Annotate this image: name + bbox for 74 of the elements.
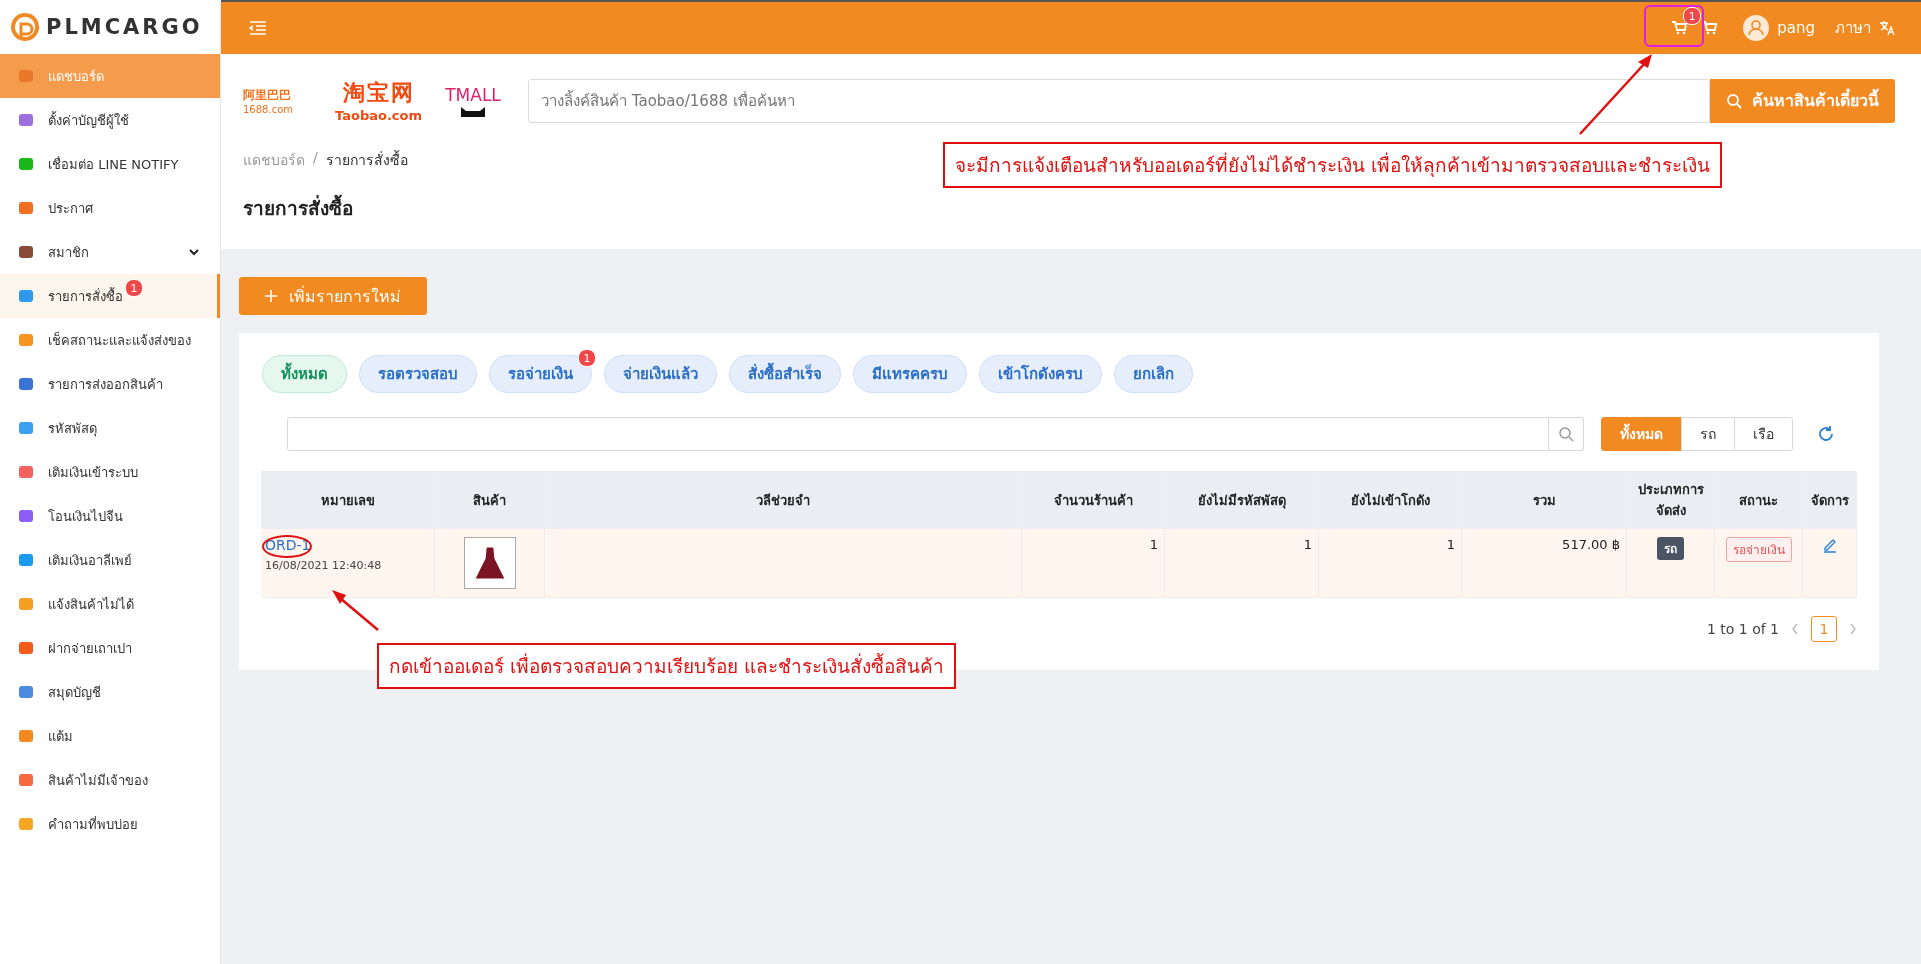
sidebar-item[interactable]: แต้ม <box>0 714 220 758</box>
table-cell: 1 <box>1319 529 1462 597</box>
table-cell: 1 <box>1165 529 1319 597</box>
plus-icon <box>265 290 277 302</box>
cart-icon[interactable] <box>1701 21 1718 35</box>
logo-icon <box>10 12 40 42</box>
notification-badge: 1 <box>1683 7 1702 25</box>
sidebar-item[interactable]: สมุดบัญชี <box>0 670 220 714</box>
notification-badge: 1 <box>125 279 143 297</box>
translate-icon[interactable] <box>1879 20 1895 36</box>
language-menu[interactable]: ภาษา <box>1835 16 1871 40</box>
sidebar-item[interactable]: สินค้าไม่มีเจ้าของ <box>0 758 220 802</box>
annotation-arrow <box>332 590 379 631</box>
search-button[interactable] <box>1549 417 1584 451</box>
cart-icon[interactable] <box>1671 21 1688 35</box>
brand-name: PLMCARGO <box>46 15 203 39</box>
user-name[interactable]: pang <box>1777 19 1815 37</box>
order-link[interactable]: ORD-1 <box>265 537 428 553</box>
menu-icon[interactable] <box>249 21 267 35</box>
avatar-icon[interactable] <box>1743 15 1770 41</box>
alibaba-logo[interactable]: 阿里巴巴 1688.com <box>243 86 321 115</box>
sidebar-item[interactable]: ฝากจ่ายเถาเปา <box>0 626 220 670</box>
refresh-icon[interactable] <box>1817 425 1835 443</box>
table-cell: 517.00 ฿ <box>1462 529 1627 597</box>
sidebar-item[interactable]: คำถามที่พบบ่อย <box>0 802 220 846</box>
status-tab[interactable]: สั่งซื้อสำเร็จ <box>729 355 841 393</box>
pagination-summary: 1 to 1 of 1 <box>1706 621 1779 637</box>
chevron-left-icon[interactable] <box>1791 623 1799 635</box>
filter-search-field[interactable] <box>287 417 1549 451</box>
search-field[interactable]: วางลิ้งค์สินค้า Taobao/1688 เพื่อค้นหา <box>528 78 1710 123</box>
add-order-button[interactable]: เพิ่มรายการใหม่ <box>239 277 427 315</box>
taobao-logo[interactable]: 淘宝网 Taobao.com <box>335 78 423 123</box>
page-title: รายการสั่งซื้อ <box>243 193 1895 223</box>
transport-filter-button[interactable]: เรือ <box>1734 417 1793 451</box>
table-cell: 1 <box>1022 529 1165 597</box>
status-tab[interactable]: เข้าโกดังครบ <box>979 355 1102 393</box>
highlight-frame <box>1644 5 1704 47</box>
breadcrumb-item[interactable]: แดชบอร์ด <box>243 149 305 171</box>
transport-filter-button[interactable]: ทั้งหมด <box>1601 417 1682 451</box>
chevron-right-icon[interactable] <box>1849 623 1857 635</box>
status-tag: รอจ่ายเงิน <box>1725 537 1792 562</box>
status-tab[interactable]: ยกเลิก <box>1114 355 1193 393</box>
sidebar-item[interactable]: รายการสั่งซื้อ 1 <box>0 274 220 318</box>
order-date: 16/08/2021 12:40:48 <box>265 559 383 572</box>
breadcrumb-item: รายการสั่งซื้อ <box>325 149 408 170</box>
breadcrumb-separator: / <box>313 149 318 167</box>
sidebar-item[interactable]: เติมเงินเข้าระบบ <box>0 450 220 494</box>
sidebar-item[interactable]: เช็คสถานะและแจ้งส่งของ <box>0 318 220 362</box>
status-tab[interactable]: มีแทรคครบ <box>853 355 967 393</box>
notification-badge: 1 <box>578 349 596 367</box>
sidebar-item[interactable]: แจ้งสินค้าไม่ได้ <box>0 582 220 626</box>
edit-icon[interactable] <box>1821 537 1838 553</box>
highlight-ellipse <box>262 535 312 558</box>
search-button[interactable]: ค้นหาสินค้าเดี๋ยวนี้ <box>1710 78 1895 123</box>
tmall-logo[interactable]: TMALL <box>436 84 511 117</box>
sidebar-item[interactable]: รายการส่งออกสินค้า <box>0 362 220 406</box>
search-icon <box>1726 92 1742 109</box>
sidebar-item[interactable]: เติมเงินอาลีเพย์ <box>0 538 220 582</box>
sidebar-item[interactable]: ตั้งค่าบัญชีผู้ใช้ <box>0 98 220 142</box>
sidebar-item[interactable]: เชื่อมต่อ LINE NOTIFY <box>0 142 220 186</box>
sidebar-item[interactable]: ประกาศ <box>0 186 220 230</box>
sidebar-item[interactable]: รหัสพัสดุ <box>0 406 220 450</box>
status-tab[interactable]: รอตรวจสอบ <box>359 355 477 393</box>
product-photo-placeholder[interactable] <box>463 537 516 589</box>
sidebar-item[interactable]: สมาชิก <box>0 230 220 274</box>
transport-filter-button[interactable]: รถ <box>1681 417 1735 451</box>
annotation-callout: กดเข้าออเดอร์ เพื่อตรวจสอบความเรียบร้อย และชำระเงินสั่งซื้อสินค้า <box>377 643 957 689</box>
page-button[interactable]: 1 <box>1811 616 1837 642</box>
status-tab[interactable]: จ่ายเงินแล้ว <box>604 355 717 393</box>
annotation-callout: จะมีการแจ้งเตือนสำหรับออเดอร์ที่ยังไม่ได้ชำระเงิน เพื่อให้ลุกค้าเข้ามาตรวจสอบและชำระเงิน <box>943 142 1723 188</box>
sidebar-item[interactable]: โอนเงินไปจีน <box>0 494 220 538</box>
search-icon[interactable] <box>1558 426 1574 442</box>
shipping-tag: รถ <box>1657 537 1684 560</box>
status-tab[interactable]: ทั้งหมด <box>262 355 347 393</box>
